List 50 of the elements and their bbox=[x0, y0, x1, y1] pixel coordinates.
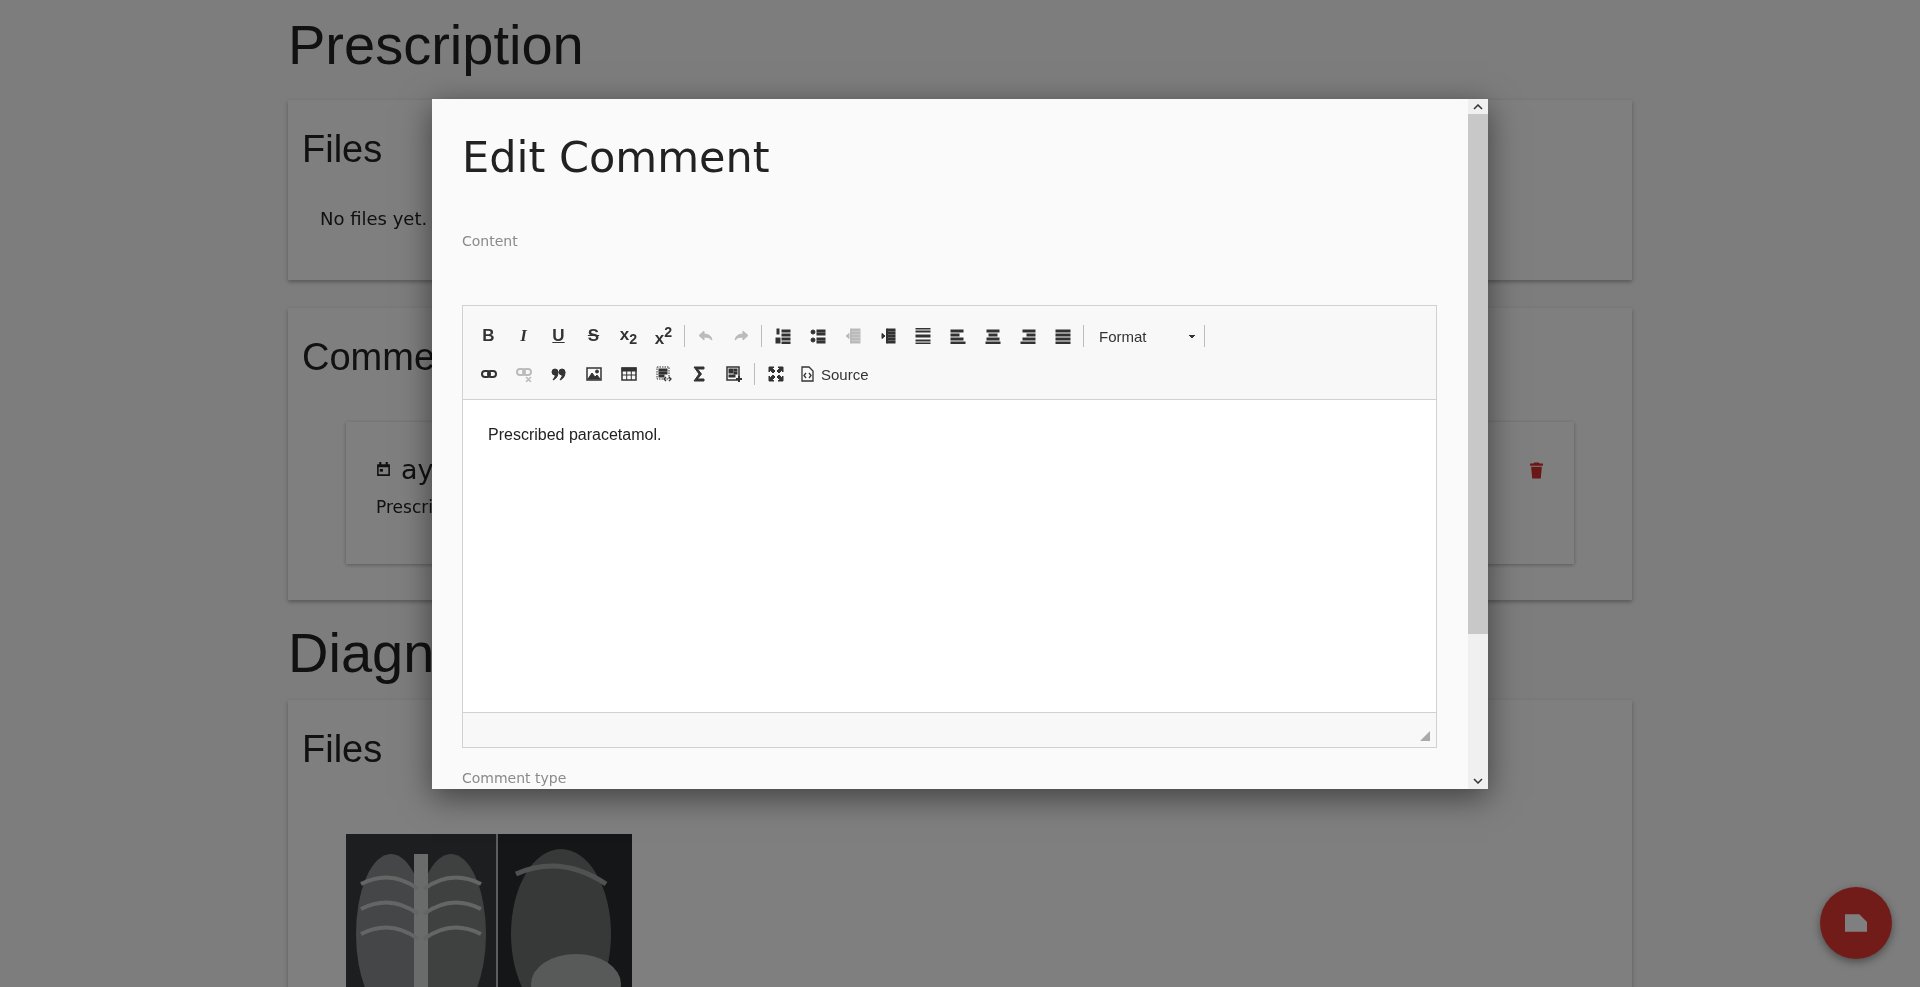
align-left-icon bbox=[949, 328, 966, 344]
align-center-icon bbox=[984, 328, 1001, 344]
horizontal-line-icon bbox=[914, 328, 931, 344]
superscript-button[interactable]: x$^{2}$ bbox=[646, 321, 681, 351]
scrollbar[interactable] bbox=[1468, 99, 1488, 789]
scroll-up-icon[interactable] bbox=[1473, 104, 1483, 110]
align-right-icon bbox=[1019, 328, 1036, 344]
comment-author: ay bbox=[401, 454, 435, 485]
file-icon bbox=[1845, 914, 1867, 932]
field-label: Comment type bbox=[462, 770, 568, 786]
strikethrough-button[interactable]: S bbox=[576, 321, 611, 351]
italic-button[interactable]: I bbox=[506, 321, 541, 351]
field-label: Content bbox=[462, 233, 519, 249]
caret-icon bbox=[1189, 334, 1195, 338]
scroll-down-icon[interactable] bbox=[1473, 778, 1483, 784]
redo-icon bbox=[732, 328, 749, 344]
empty-message: No files yet. bbox=[320, 208, 429, 229]
unlink-icon bbox=[515, 366, 532, 382]
card-title: Files bbox=[302, 127, 383, 172]
template-icon bbox=[725, 366, 742, 382]
sigma-icon bbox=[690, 366, 707, 382]
bulleted-list-icon bbox=[809, 328, 826, 344]
trash-icon[interactable] bbox=[1529, 460, 1544, 479]
add-file-button[interactable] bbox=[1820, 887, 1892, 959]
card-title: Files bbox=[302, 727, 383, 772]
image-icon bbox=[585, 366, 602, 382]
editor-content-area[interactable]: Prescribed paracetamol. bbox=[463, 400, 1436, 712]
indent-icon bbox=[879, 328, 896, 344]
calendar-icon bbox=[376, 462, 391, 477]
editor-text: Prescribed paracetamol. bbox=[488, 426, 663, 444]
section-title: Diagn bbox=[288, 620, 435, 686]
format-dropdown[interactable]: Format bbox=[1091, 321, 1201, 351]
quote-icon bbox=[550, 366, 567, 382]
bold-button[interactable]: B bbox=[471, 321, 506, 351]
underline-button[interactable]: U bbox=[541, 321, 576, 351]
source-button[interactable]: Source bbox=[793, 359, 875, 389]
document-code-icon bbox=[799, 366, 815, 382]
table-icon bbox=[620, 366, 637, 382]
maximize-icon bbox=[767, 366, 784, 382]
resize-grip-icon[interactable] bbox=[1420, 731, 1430, 741]
outdent-icon bbox=[844, 328, 861, 344]
comment-text: Prescri bbox=[376, 497, 434, 517]
dialog-title: Edit Comment bbox=[462, 131, 771, 184]
justify-icon bbox=[1054, 328, 1071, 344]
subscript-button[interactable]: x$_{2}$ bbox=[611, 321, 646, 351]
numbered-list-icon bbox=[774, 328, 791, 344]
undo-icon bbox=[697, 328, 714, 344]
card-title: Comme bbox=[302, 335, 436, 380]
code-block-icon bbox=[655, 366, 672, 382]
page-title: Prescription bbox=[288, 12, 584, 78]
